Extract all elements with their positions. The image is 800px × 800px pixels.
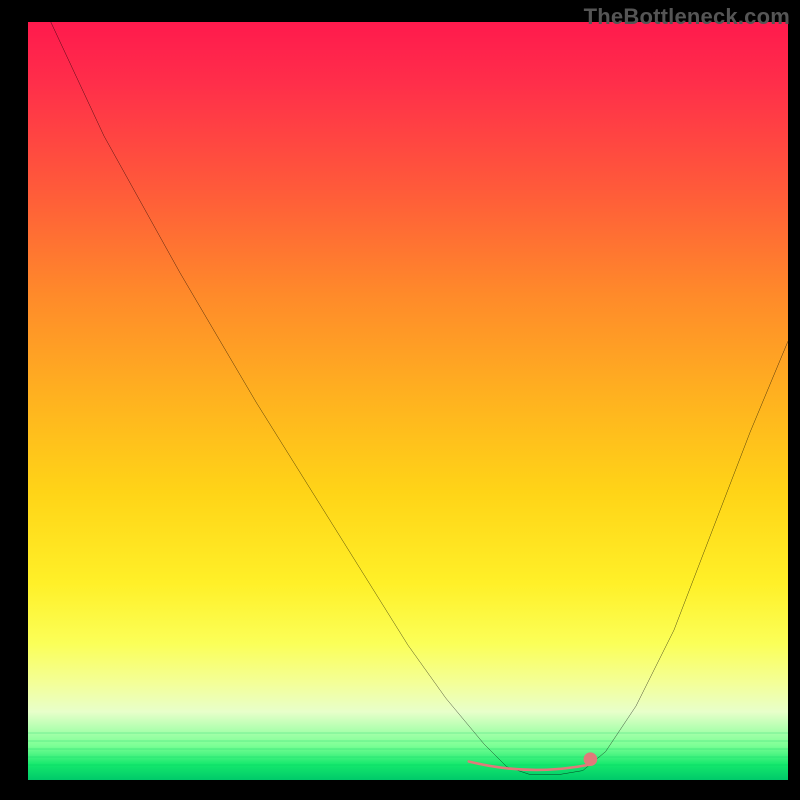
- curve-marker-dot: [584, 752, 598, 766]
- bottleneck-curve-path: [51, 22, 788, 774]
- watermark-text: TheBottleneck.com: [584, 4, 790, 30]
- chart-frame: TheBottleneck.com: [0, 0, 800, 800]
- flat-region-highlight: [469, 761, 591, 769]
- plot-area: [28, 22, 788, 780]
- curve-svg: [28, 22, 788, 780]
